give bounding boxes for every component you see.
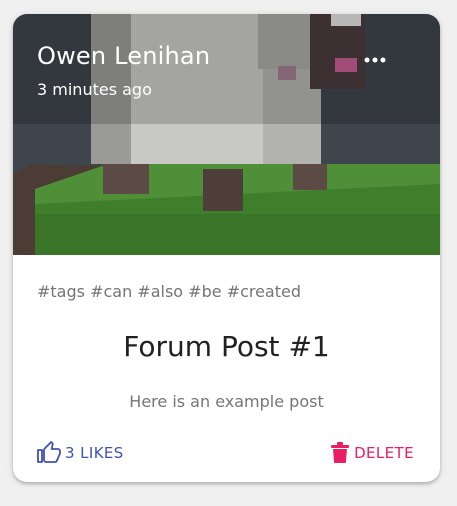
post-tags: #tags #can #also #be #created: [37, 282, 302, 301]
like-button[interactable]: 3 LIKES: [37, 440, 124, 466]
thumb-up-icon: [37, 441, 61, 465]
post-author: Owen Lenihan: [37, 42, 211, 70]
post-timestamp: 3 minutes ago: [37, 80, 152, 99]
more-options-button[interactable]: [357, 46, 393, 74]
trash-icon: [330, 442, 350, 464]
more-horizontal-icon: [364, 57, 386, 63]
like-count-label: 3 LIKES: [65, 444, 124, 462]
delete-button[interactable]: DELETE: [330, 440, 414, 466]
delete-label: DELETE: [354, 444, 414, 462]
post-title: Forum Post #1: [123, 330, 330, 363]
post-body: Here is an example post: [129, 392, 324, 411]
post-card: Owen Lenihan 3 minutes ago #tags #can #a…: [13, 14, 440, 482]
